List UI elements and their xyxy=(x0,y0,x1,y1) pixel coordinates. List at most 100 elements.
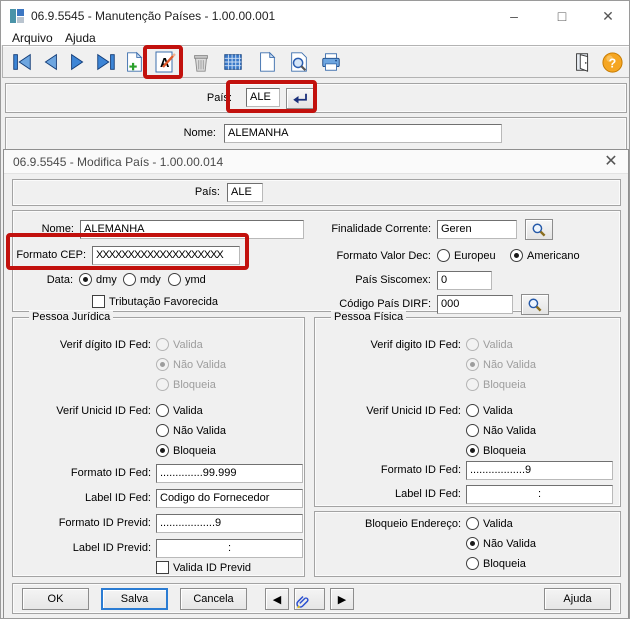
bloqueio-bloqueia-radio[interactable] xyxy=(466,557,479,570)
checkbox-tributacao-label: Tributação Favorecida xyxy=(109,296,219,308)
radio-data-mdy[interactable] xyxy=(123,273,136,286)
print-icon[interactable] xyxy=(317,48,345,76)
pj-verif-unicid-label: Verif Unicid ID Fed: xyxy=(56,405,151,417)
pj-label-id-previd-input[interactable]: : xyxy=(156,539,303,558)
next-record-icon[interactable] xyxy=(64,48,92,76)
pf-formato-id-fed-input[interactable]: ..................9 xyxy=(466,461,613,480)
pj-digito-bloqueia-label: Bloqueia xyxy=(173,379,216,391)
highlight-formato-cep xyxy=(6,233,249,270)
pf-unicid-naovalida-label: Não Valida xyxy=(483,425,536,437)
radio-data-mdy-label: mdy xyxy=(140,274,161,286)
minimize-icon[interactable]: – xyxy=(499,7,529,25)
svg-text:?: ? xyxy=(608,56,616,70)
radio-valor-europeu[interactable] xyxy=(437,249,450,262)
main-nome-panel: Nome: ALEMANHA xyxy=(5,117,627,151)
radio-data-dmy[interactable] xyxy=(79,273,92,286)
delete-record-icon[interactable] xyxy=(187,48,215,76)
attachment-button[interactable] xyxy=(294,588,325,610)
pj-formato-id-previd-input[interactable]: ..................9 xyxy=(156,514,303,533)
pf-digito-valida-label: Valida xyxy=(483,339,513,351)
right-arrow-icon: ▶ xyxy=(337,594,347,606)
dialog-close-icon[interactable]: ✕ xyxy=(602,153,620,171)
pj-formato-id-fed-input[interactable]: ..............99.999 xyxy=(156,464,303,483)
pj-digito-valida-label: Valida xyxy=(173,339,203,351)
pj-label-id-fed-label: Label ID Fed: xyxy=(84,492,151,504)
data-label: Data: xyxy=(46,274,73,286)
pf-label-id-fed-input[interactable]: : xyxy=(466,485,613,504)
bloqueio-valida-label: Valida xyxy=(483,518,513,530)
pj-digito-naovalida-label: Não Valida xyxy=(173,359,226,371)
bloqueio-naovalida-label: Não Valida xyxy=(483,538,536,550)
menu-arquivo[interactable]: Arquivo xyxy=(12,31,53,45)
pf-unicid-naovalida-radio[interactable] xyxy=(466,424,479,437)
exit-icon[interactable] xyxy=(569,48,597,76)
pf-digito-bloqueia-label: Bloqueia xyxy=(483,379,526,391)
dialog-modifica-pais: 06.9.5545 - Modifica País - 1.00.00.014 … xyxy=(3,149,629,618)
checkbox-valida-id-previd-label: Valida ID Previd xyxy=(173,562,252,574)
pf-digito-naovalida-radio xyxy=(466,358,479,371)
pj-unicid-naovalida-radio[interactable] xyxy=(156,424,169,437)
highlight-edit-icon xyxy=(143,45,183,79)
pj-label-id-fed-input[interactable]: Codigo do Fornecedor xyxy=(156,489,303,508)
left-arrow-icon: ◀ xyxy=(272,594,282,606)
previous-record-icon[interactable] xyxy=(36,48,64,76)
radio-data-dmy-label: dmy xyxy=(96,274,117,286)
finalidade-label: Finalidade Corrente: xyxy=(331,223,431,235)
finalidade-input[interactable]: Geren xyxy=(437,220,517,239)
group-pessoa-juridica-title: Pessoa Jurídica xyxy=(29,311,114,323)
bloqueio-bloqueia-label: Bloqueia xyxy=(483,558,526,570)
dialog-pais-input[interactable]: ALE xyxy=(227,183,263,202)
pj-digito-valida-radio xyxy=(156,338,169,351)
main-nome-label: Nome: xyxy=(183,127,216,139)
first-record-icon[interactable] xyxy=(8,48,36,76)
dirf-lookup-button[interactable] xyxy=(521,294,549,315)
pf-unicid-valida-radio[interactable] xyxy=(466,404,479,417)
menubar: Arquivo Ajuda xyxy=(1,31,629,45)
pj-unicid-valida-label: Valida xyxy=(173,405,203,417)
pf-unicid-bloqueia-label: Bloqueia xyxy=(483,445,526,457)
new-document-icon[interactable] xyxy=(253,48,281,76)
group-pessoa-juridica: Pessoa Jurídica Verif dígito ID Fed: Val… xyxy=(12,311,305,577)
siscomex-input[interactable]: 0 xyxy=(437,271,492,290)
table-view-icon[interactable] xyxy=(219,48,247,76)
dialog-button-bar: OK Salva Cancela ◀ ▶ Ajuda xyxy=(12,583,621,614)
help-icon[interactable]: ? xyxy=(598,48,626,76)
pf-formato-id-fed-label: Formato ID Fed: xyxy=(380,464,461,476)
checkbox-valida-id-previd[interactable] xyxy=(156,561,169,574)
dirf-input[interactable]: 000 xyxy=(437,295,513,314)
maximize-icon[interactable]: □ xyxy=(547,7,577,25)
close-icon[interactable]: ✕ xyxy=(593,7,623,25)
pj-unicid-valida-radio[interactable] xyxy=(156,404,169,417)
previous-button[interactable]: ◀ xyxy=(265,588,289,610)
main-nome-input[interactable]: ALEMANHA xyxy=(224,124,502,143)
pj-unicid-naovalida-label: Não Valida xyxy=(173,425,226,437)
bloqueio-valida-radio[interactable] xyxy=(466,517,479,530)
pf-unicid-bloqueia-radio[interactable] xyxy=(466,444,479,457)
pj-unicid-bloqueia-radio[interactable] xyxy=(156,444,169,457)
ok-button[interactable]: OK xyxy=(22,588,89,610)
radio-valor-americano[interactable] xyxy=(510,249,523,262)
main-titlebar: 06.9.5545 - Manutenção Países - 1.00.00.… xyxy=(1,1,629,31)
next-button[interactable]: ▶ xyxy=(330,588,354,610)
group-pessoa-fisica: Pessoa Física Verif digito ID Fed: Valid… xyxy=(314,311,621,507)
dialog-titlebar: 06.9.5545 - Modifica País - 1.00.00.014 … xyxy=(4,150,628,174)
magnifier-icon xyxy=(528,298,542,311)
app-icon xyxy=(10,9,24,23)
radio-data-ymd[interactable] xyxy=(168,273,181,286)
pj-formato-id-fed-label: Formato ID Fed: xyxy=(70,467,151,479)
ajuda-button[interactable]: Ajuda xyxy=(544,588,611,610)
radio-valor-europeu-label: Europeu xyxy=(454,250,496,262)
menu-ajuda[interactable]: Ajuda xyxy=(65,31,96,45)
pj-digito-naovalida-radio xyxy=(156,358,169,371)
checkbox-tributacao[interactable] xyxy=(92,295,105,308)
query-icon[interactable] xyxy=(285,48,313,76)
cancela-button[interactable]: Cancela xyxy=(180,588,247,610)
last-record-icon[interactable] xyxy=(92,48,120,76)
toolbar: A ? xyxy=(2,45,629,78)
bloqueio-naovalida-radio[interactable] xyxy=(466,537,479,550)
group-pessoa-fisica-title: Pessoa Física xyxy=(331,311,407,323)
finalidade-lookup-button[interactable] xyxy=(525,219,553,240)
salva-button[interactable]: Salva xyxy=(101,588,168,610)
pf-digito-valida-radio xyxy=(466,338,479,351)
dirf-label: Código País DIRF: xyxy=(339,298,431,310)
